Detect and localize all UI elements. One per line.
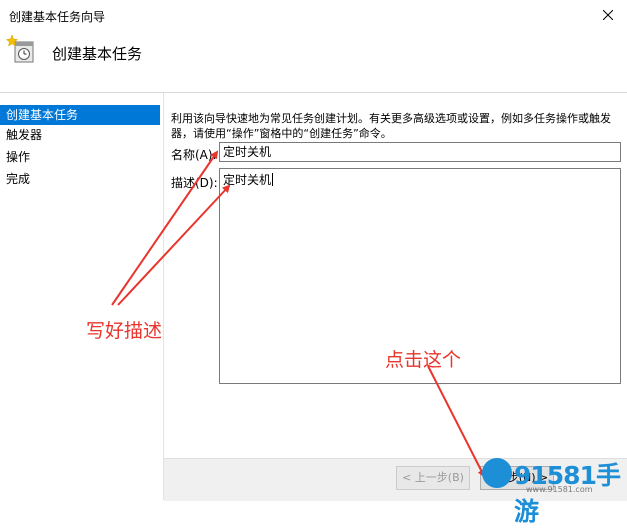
- annotation-arrows: [111, 150, 485, 478]
- annotation-write-description: 写好描述: [86, 320, 163, 342]
- arrow-to-description-field: [117, 184, 231, 306]
- arrow-to-name-field: [111, 150, 219, 306]
- site-watermark: 91581手游 www.91581.com: [478, 452, 627, 526]
- arrow-to-next-button: [427, 365, 485, 478]
- watermark-url: www.91581.com: [526, 485, 593, 494]
- annotation-click-this: 点击这个: [385, 349, 462, 371]
- watermark-logo-icon: [482, 458, 512, 488]
